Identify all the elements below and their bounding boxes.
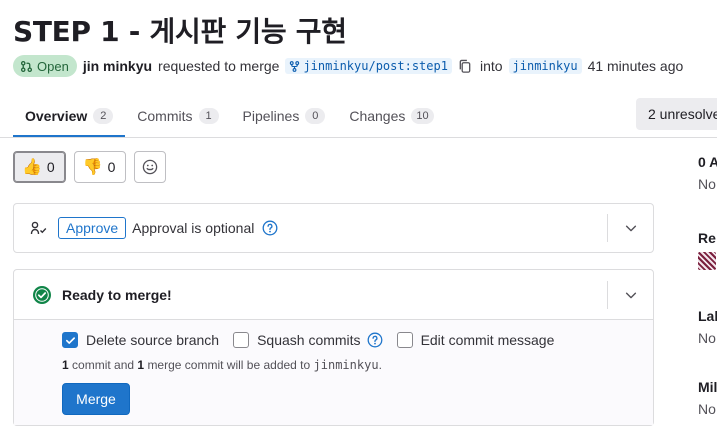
reactions: 👍 0 👎 0 — [13, 151, 167, 183]
thumbs-up-count: 0 — [46, 159, 55, 175]
sidebar-labels: Lal No — [698, 308, 717, 346]
success-check-icon — [33, 285, 51, 304]
right-sidebar: 0 A No Re Lal No Mil No — [698, 150, 717, 440]
merge-widget: Ready to merge! Delete source branch Squ… — [13, 269, 654, 426]
copy-icon[interactable] — [458, 59, 472, 74]
chevron-down-icon — [625, 292, 636, 299]
target-branch-name: jinminkyu — [313, 358, 379, 372]
collapse-approval-button[interactable] — [607, 214, 653, 242]
target-branch-link[interactable]: jinminkyu — [508, 58, 582, 74]
delete-source-branch-option[interactable]: Delete source branch — [62, 332, 219, 348]
unresolved-threads-button[interactable]: 2 unresolved threads — [636, 98, 717, 130]
tab-changes[interactable]: Changes 10 — [337, 95, 445, 137]
merge-button[interactable]: Merge — [62, 383, 130, 415]
into-text: into — [479, 58, 503, 74]
merge-status: Ready to merge! — [62, 286, 172, 303]
fork-icon — [290, 60, 300, 72]
tabs-divider — [0, 137, 717, 138]
squash-help-icon[interactable] — [367, 332, 383, 348]
thumbs-down-button[interactable]: 👎 0 — [73, 151, 127, 183]
page-title: STEP 1 - 게시판 기능 구현 — [13, 15, 347, 48]
sidebar-labels-heading: Lal — [698, 308, 717, 324]
squash-checkbox[interactable] — [233, 332, 250, 348]
merge-commit-note: 1 commit and 1 merge commit will be adde… — [62, 358, 653, 372]
edit-commit-message-option[interactable]: Edit commit message — [396, 332, 555, 348]
thumbs-up-icon: 👍 — [22, 159, 42, 176]
edit-message-label: Edit commit message — [420, 332, 555, 348]
tab-label: Pipelines — [242, 108, 300, 124]
approval-users-icon — [30, 221, 47, 235]
approval-text: Approval is optional — [132, 220, 255, 236]
collapse-merge-button[interactable] — [607, 281, 653, 309]
status-label: Open — [37, 58, 69, 74]
merge-request-meta: Open jin minkyu requested to merge jinmi… — [13, 55, 685, 77]
merge-commit-count: 1 — [137, 358, 145, 372]
sidebar-labels-value: No — [698, 330, 716, 346]
thumbs-up-button[interactable]: 👍 0 — [13, 151, 66, 183]
approve-button[interactable]: Approve — [58, 217, 127, 239]
tab-count: 1 — [198, 108, 219, 124]
approval-widget: Approve Approval is optional — [13, 203, 654, 253]
commit-count: 1 — [62, 358, 69, 372]
tab-count: 2 — [93, 108, 114, 124]
chevron-down-icon — [625, 225, 636, 232]
checkmark-icon — [65, 336, 75, 344]
sidebar-milestone-value: No — [698, 401, 716, 417]
squash-commits-option[interactable]: Squash commits — [233, 332, 383, 348]
tab-label: Changes — [349, 108, 406, 124]
tab-label: Overview — [25, 108, 88, 124]
tab-label: Commits — [137, 108, 193, 124]
sidebar-reviewers-heading: Re — [698, 230, 716, 246]
reviewer-avatar[interactable] — [698, 252, 716, 270]
edit-message-checkbox[interactable] — [396, 332, 413, 348]
delete-source-label: Delete source branch — [86, 332, 220, 348]
status-badge: Open — [13, 55, 77, 77]
sidebar-approvals-value: No — [698, 176, 716, 192]
tab-count: 0 — [305, 108, 326, 124]
source-branch-link[interactable]: jinminkyu/post:step1 — [285, 58, 452, 74]
action-text: requested to merge — [158, 58, 280, 74]
sidebar-approvals: 0 A No — [698, 154, 717, 192]
tab-count: 10 — [411, 108, 434, 124]
thumbs-down-count: 0 — [107, 159, 116, 175]
tab-overview[interactable]: Overview 2 — [13, 95, 126, 137]
smiley-icon — [143, 159, 158, 175]
timestamp: 41 minutes ago — [587, 58, 684, 74]
tab-pipelines[interactable]: Pipelines 0 — [231, 95, 338, 137]
tab-commits[interactable]: Commits 1 — [125, 95, 230, 137]
merge-request-open-icon — [20, 60, 33, 72]
author-link[interactable]: jin minkyu — [83, 58, 152, 74]
add-reaction-button[interactable] — [134, 151, 167, 183]
squash-label: Squash commits — [257, 332, 361, 348]
sidebar-milestone-heading: Mil — [698, 379, 717, 395]
merge-note-text: merge commit will be added to — [147, 358, 311, 372]
merge-request-tabs: Overview 2 Commits 1 Pipelines 0 Changes 10 — [13, 95, 446, 137]
note-end: . — [378, 358, 382, 372]
thumbs-down-icon: 👎 — [82, 159, 103, 176]
help-icon[interactable] — [262, 220, 278, 236]
source-branch-name: jinminkyu/post:step1 — [303, 59, 448, 73]
delete-source-checkbox[interactable] — [62, 332, 78, 348]
sidebar-reviewers: Re — [698, 230, 716, 270]
sidebar-milestone: Mil No — [698, 379, 717, 417]
sidebar-approvals-heading: 0 A — [698, 154, 717, 170]
commit-word: commit and — [72, 358, 135, 372]
